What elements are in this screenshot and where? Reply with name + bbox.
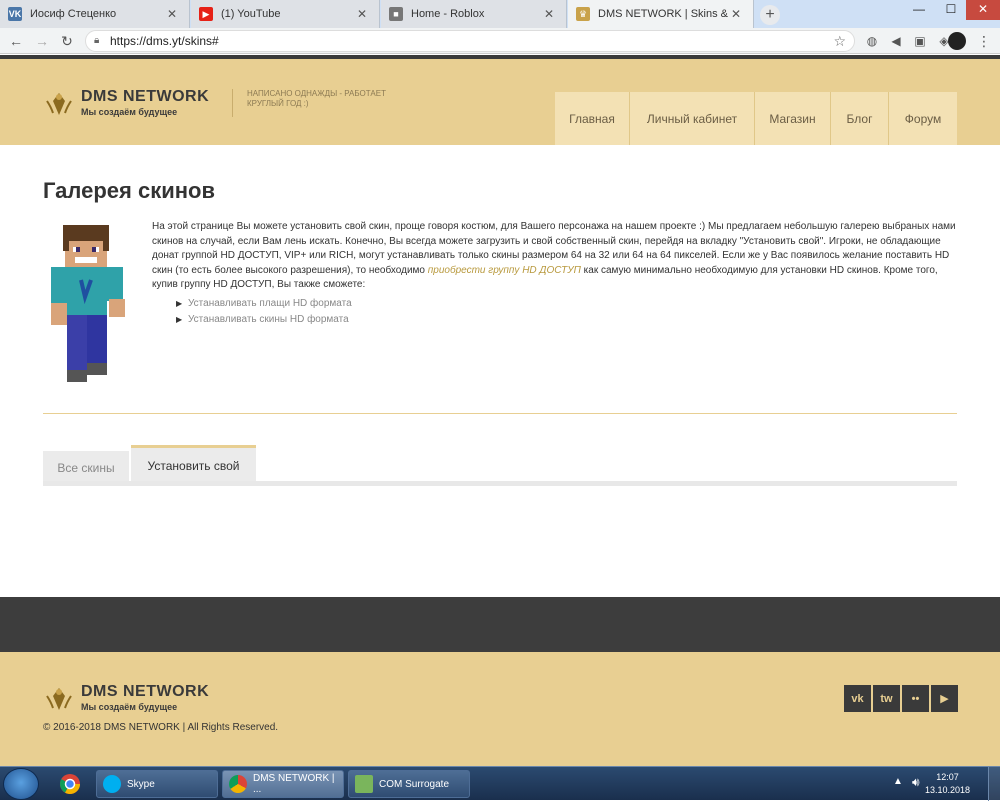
- browser-tab-dms[interactable]: ♛ DMS NETWORK | Skins & Cloaks ✕: [568, 0, 754, 28]
- feature-list-item: ▶ Устанавливать плащи HD формата: [176, 298, 352, 309]
- header-slogan: НАПИСАНО ОДНАЖДЫ - РАБОТАЕТ КРУГЛЫЙ ГОД …: [232, 89, 402, 117]
- lock-icon: 🔒︎: [94, 35, 100, 46]
- browser-tab-youtube[interactable]: ▶ (1) YouTube ✕: [191, 0, 380, 28]
- main-nav: Главная Личный кабинет Магазин Блог Фору…: [555, 92, 957, 145]
- taskbar-clock[interactable]: 12:07 13.10.2018: [925, 771, 970, 797]
- taskbar-item-chrome[interactable]: DMS NETWORK | ...: [222, 770, 344, 798]
- minecraft-skin-figure: [51, 225, 125, 382]
- feature-label: Устанавливать скины HD формата: [188, 314, 349, 325]
- minimize-button[interactable]: —: [904, 0, 934, 20]
- maximize-button[interactable]: ☐: [936, 0, 966, 20]
- task-label: Skype: [127, 778, 155, 790]
- nav-item-account[interactable]: Личный кабинет: [630, 92, 755, 145]
- volume-icon[interactable]: 🔊︎: [912, 775, 920, 790]
- footer-logo-subtitle: Мы создаём будущее: [81, 702, 178, 712]
- tab-title: (1) YouTube: [221, 8, 281, 20]
- lock-extension-icon[interactable]: ▣: [910, 31, 930, 51]
- footer-logo-title[interactable]: DMS NETWORK: [81, 683, 209, 701]
- tab-bar-underline: [43, 481, 957, 486]
- tab-title: DMS NETWORK | Skins & Cloaks: [598, 8, 729, 20]
- close-tab-icon[interactable]: ✕: [165, 7, 179, 21]
- forward-arrow-icon[interactable]: →: [32, 31, 52, 51]
- flickr-icon[interactable]: ••: [902, 685, 929, 712]
- globe-extension-icon[interactable]: ◍: [862, 31, 882, 51]
- copyright-text: © 2016-2018 DMS NETWORK | All Rights Res…: [43, 722, 279, 733]
- nav-item-shop[interactable]: Магазин: [755, 92, 831, 145]
- dms-icon: ♛: [576, 7, 590, 21]
- tab-title: Home - Roblox: [411, 8, 485, 20]
- feature-list-item: ▶ Устанавливать скины HD формата: [176, 314, 349, 325]
- twitter-icon[interactable]: tw: [873, 685, 900, 712]
- nav-item-forum[interactable]: Форум: [889, 92, 957, 145]
- show-desktop-button[interactable]: [988, 767, 1000, 801]
- site-header: DMS NETWORK Мы создаём будущее НАПИСАНО …: [0, 59, 1000, 145]
- vk-icon[interactable]: vk: [844, 685, 871, 712]
- intro-paragraph: На этой странице Вы можете установить св…: [152, 220, 962, 293]
- arrow-right-icon: ▶: [176, 315, 183, 324]
- new-tab-button[interactable]: +: [760, 5, 780, 25]
- feature-label: Устанавливать плащи HD формата: [188, 298, 352, 309]
- roblox-icon: ■: [389, 7, 403, 21]
- menu-dots-icon[interactable]: ⋮: [974, 31, 994, 51]
- vk-icon: VK: [8, 7, 22, 21]
- start-button[interactable]: [3, 768, 39, 800]
- youtube-icon: ▶: [199, 7, 213, 21]
- address-bar[interactable]: 🔒︎ https://dms.yt/skins# ☆: [85, 30, 855, 52]
- footer-dark-band: [0, 597, 1000, 652]
- tab-all-skins[interactable]: Все скины: [43, 451, 129, 484]
- chrome-icon: [229, 775, 247, 793]
- task-label: DMS NETWORK | ...: [253, 773, 335, 795]
- windows-taskbar: Skype DMS NETWORK | ... COM Surrogate ▲ …: [0, 766, 1000, 801]
- close-window-button[interactable]: ✕: [966, 0, 1000, 20]
- close-tab-icon[interactable]: ✕: [542, 7, 556, 21]
- dms-logo-icon: [46, 93, 72, 115]
- page-title: Галерея скинов: [43, 178, 215, 203]
- address-text: https://dms.yt/skins#: [110, 34, 219, 48]
- reload-icon[interactable]: ↻: [57, 31, 77, 51]
- taskbar-item-skype[interactable]: Skype: [96, 770, 218, 798]
- nav-item-blog[interactable]: Блог: [831, 92, 889, 145]
- youtube-play-icon[interactable]: ▶: [931, 685, 958, 712]
- taskbar-item-com-surrogate[interactable]: COM Surrogate: [348, 770, 470, 798]
- tray-arrow-icon[interactable]: ▲: [893, 776, 903, 787]
- profile-avatar[interactable]: [948, 32, 966, 50]
- com-surrogate-icon: [355, 775, 373, 793]
- chrome-pinned-icon[interactable]: [52, 770, 88, 798]
- browser-tab-roblox[interactable]: ■ Home - Roblox ✕: [381, 0, 567, 28]
- browser-toolbar: ← → ↻ 🔒︎ https://dms.yt/skins# ☆ ◍ ◀ ▣ ◈…: [0, 28, 1000, 54]
- skype-icon: [103, 775, 121, 793]
- tab-title: Иосиф Стеценко: [30, 8, 117, 20]
- tab-upload-skin[interactable]: Установить свой: [131, 445, 256, 483]
- back-arrow-icon[interactable]: ←: [6, 31, 26, 51]
- arrow-right-icon: ▶: [176, 299, 183, 308]
- close-tab-icon[interactable]: ✕: [729, 7, 743, 21]
- logo-subtitle: Мы создаём будущее: [81, 107, 178, 117]
- bookmark-star-icon[interactable]: ☆: [833, 31, 846, 51]
- vpn-extension-icon[interactable]: ◀: [886, 31, 906, 51]
- task-label: COM Surrogate: [379, 778, 450, 790]
- site-footer: DMS NETWORK Мы создаём будущее © 2016-20…: [0, 652, 1000, 766]
- browser-tab-strip: VK Иосиф Стеценко ✕ ▶ (1) YouTube ✕ ■ Ho…: [0, 0, 1000, 28]
- clock-date: 13.10.2018: [924, 785, 970, 795]
- close-tab-icon[interactable]: ✕: [355, 7, 369, 21]
- buy-hd-access-link[interactable]: приобрести группу HD ДОСТУП: [428, 265, 581, 276]
- browser-tab-vk[interactable]: VK Иосиф Стеценко ✕: [0, 0, 190, 28]
- dms-logo-icon: [46, 688, 72, 710]
- section-divider: [43, 413, 957, 414]
- nav-item-home[interactable]: Главная: [555, 92, 630, 145]
- clock-time: 12:07: [936, 772, 959, 782]
- logo-title[interactable]: DMS NETWORK: [81, 88, 209, 106]
